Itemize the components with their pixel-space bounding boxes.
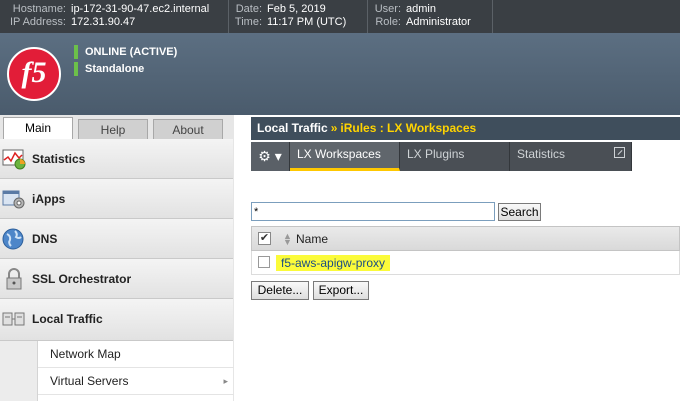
ip-label: IP Address:	[9, 16, 66, 28]
local-traffic-submenu: Network Map Virtual Servers ▸	[37, 341, 234, 401]
sidebar-item-ssl-orchestrator[interactable]: SSL Orchestrator	[0, 259, 233, 299]
date-info: Date: Feb 5, 2019 Time: 11:17 PM (UTC)	[232, 3, 346, 29]
hostname-label: Hostname:	[12, 3, 66, 15]
tab-lx-workspaces[interactable]: LX Workspaces	[290, 142, 400, 171]
delete-button[interactable]: Delete...	[251, 281, 309, 300]
host-info: Hostname: ip-172-31-90-47.ec2.internal IP…	[4, 3, 209, 29]
header-banner: f5 ONLINE (ACTIVE) Standalone	[0, 33, 680, 115]
device-mode: Standalone	[74, 62, 144, 76]
sidebar-item-local-traffic[interactable]: Local Traffic	[0, 299, 233, 341]
tab-about[interactable]: About	[153, 119, 223, 140]
user-info: User: admin Role: Administrator	[369, 3, 471, 29]
submenu-item-label: Network Map	[50, 347, 121, 361]
ip-value: 172.31.90.47	[71, 16, 136, 28]
main-tab-bar: Main Help About	[0, 115, 233, 140]
iapps-icon	[2, 190, 25, 209]
chevron-right-icon: ▸	[223, 376, 228, 386]
search-button[interactable]: Search	[498, 203, 541, 221]
submenu-item-label: Virtual Servers	[50, 374, 129, 388]
top-info-bar: Hostname: ip-172-31-90-47.ec2.internal IP…	[0, 0, 680, 33]
divider	[492, 0, 493, 33]
f5-logo[interactable]: f5	[7, 47, 61, 101]
sidebar-item-label: Statistics	[32, 152, 86, 166]
statistics-icon	[2, 149, 26, 170]
row-checkbox[interactable]	[258, 256, 270, 268]
breadcrumb-current: iRules : LX Workspaces	[340, 121, 477, 135]
tab-main[interactable]: Main	[3, 117, 73, 140]
date-value: Feb 5, 2019	[267, 3, 326, 15]
sort-icon[interactable]: ▲ ▼	[283, 232, 292, 247]
sidebar-item-iapps[interactable]: iApps	[0, 179, 233, 219]
divider	[367, 0, 368, 33]
export-button[interactable]: Export...	[313, 281, 369, 300]
lock-icon	[6, 268, 22, 290]
sidebar-item-label: Local Traffic	[32, 312, 103, 326]
local-traffic-icon	[2, 312, 25, 326]
time-label: Time:	[234, 16, 262, 28]
external-link-icon	[614, 147, 625, 158]
search-input[interactable]	[251, 202, 495, 221]
submenu-item-virtual-servers[interactable]: Virtual Servers ▸	[38, 368, 234, 395]
sub-navigation: ⚙ ▾ LX Workspaces LX Plugins Statistics	[251, 142, 632, 171]
device-status: ONLINE (ACTIVE)	[74, 45, 177, 59]
workspaces-table: ✔ ▲ ▼ Name f5-aws-apigw-proxy	[251, 226, 680, 275]
main-content: Local Traffic» iRules : LX Workspaces ⚙ ▾…	[234, 115, 680, 401]
dns-globe-icon	[2, 228, 24, 250]
user-label: User:	[374, 3, 401, 15]
tab-lx-plugins[interactable]: LX Plugins	[400, 142, 510, 171]
tab-label: Statistics	[517, 147, 566, 161]
sidebar-item-label: iApps	[32, 192, 66, 206]
sidebar-item-label: DNS	[32, 232, 58, 246]
workspace-name-link[interactable]: f5-aws-apigw-proxy	[276, 255, 391, 271]
sidebar-item-dns[interactable]: DNS	[0, 219, 233, 259]
select-all-checkbox[interactable]: ✔	[258, 232, 271, 245]
tab-statistics[interactable]: Statistics	[510, 142, 632, 171]
role-value: Administrator	[406, 16, 471, 28]
role-label: Role:	[375, 16, 401, 28]
gear-menu-button[interactable]: ⚙ ▾	[251, 142, 290, 171]
hostname-value: ip-172-31-90-47.ec2.internal	[71, 3, 210, 15]
submenu-item-network-map[interactable]: Network Map	[38, 341, 234, 368]
table-row: f5-aws-apigw-proxy	[251, 251, 680, 275]
breadcrumb-separator: »	[330, 121, 338, 135]
user-value: admin	[406, 3, 436, 15]
tab-help[interactable]: Help	[78, 119, 148, 140]
sidebar-item-statistics[interactable]: Statistics	[0, 139, 233, 179]
table-header: ✔ ▲ ▼ Name	[251, 226, 680, 251]
divider	[228, 0, 229, 33]
breadcrumb-section[interactable]: Local Traffic	[257, 121, 328, 135]
column-header-name[interactable]: Name	[296, 232, 328, 246]
sidebar-item-label: SSL Orchestrator	[32, 272, 132, 286]
time-value: 11:17 PM (UTC)	[267, 16, 347, 28]
sidebar: Statistics iApps DNS SSL Orchestrator Lo…	[0, 139, 234, 401]
breadcrumb: Local Traffic» iRules : LX Workspaces	[251, 117, 680, 140]
date-label: Date:	[235, 3, 262, 15]
